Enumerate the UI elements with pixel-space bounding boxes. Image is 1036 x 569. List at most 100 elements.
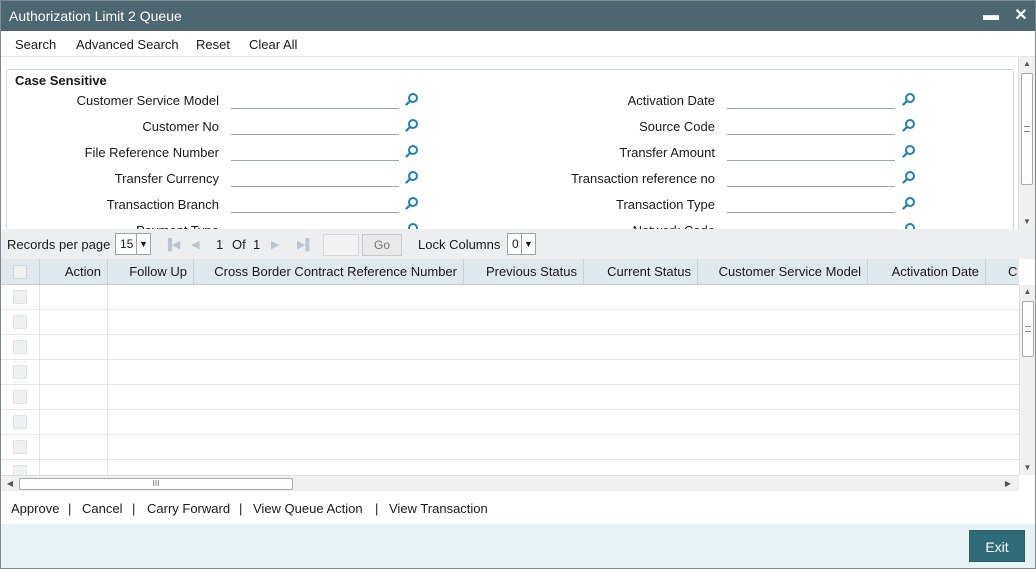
search-icon[interactable]	[902, 170, 916, 184]
next-page-icon[interactable]: ▶	[271, 238, 279, 251]
separator: |	[132, 501, 136, 516]
row-checkbox[interactable]	[13, 390, 27, 404]
payment-type-input[interactable]	[231, 219, 399, 229]
first-page-icon[interactable]: ▐◀	[164, 238, 180, 251]
divider	[107, 435, 108, 460]
of-label: Of	[232, 237, 246, 252]
grid-vertical-scrollbar[interactable]: ▲ ▼	[1019, 285, 1035, 475]
scroll-right-icon[interactable]: ▶	[1001, 476, 1015, 492]
search-button[interactable]: Search	[15, 37, 56, 52]
column-header-c[interactable]: C	[986, 259, 1026, 285]
table-row[interactable]	[1, 410, 1019, 435]
divider	[39, 335, 40, 360]
clear-all-button[interactable]: Clear All	[249, 37, 297, 52]
transaction-reference-no-input[interactable]	[727, 167, 895, 187]
scroll-down-icon[interactable]: ▼	[1019, 215, 1035, 229]
page-number-input[interactable]	[323, 234, 359, 256]
search-criteria-panel: Case Sensitive Customer Service Model Cus…	[4, 59, 1018, 229]
column-header-customer-service-model[interactable]: Customer Service Model	[698, 259, 868, 285]
transaction-type-input[interactable]	[727, 193, 895, 213]
search-icon[interactable]	[902, 144, 916, 158]
row-checkbox[interactable]	[13, 365, 27, 379]
select-all-checkbox[interactable]	[13, 265, 27, 279]
advanced-search-button[interactable]: Advanced Search	[76, 37, 179, 52]
table-row[interactable]	[1, 360, 1019, 385]
carry-forward-link[interactable]: Carry Forward	[147, 501, 230, 516]
pagination-bar: Records per page 15 ▼ ▐◀ ◀ 1 Of 1 ▶ ▶▌ G…	[1, 229, 1035, 259]
scroll-left-icon[interactable]: ◀	[3, 476, 17, 492]
search-icon[interactable]	[405, 92, 419, 106]
file-reference-number-input[interactable]	[231, 141, 399, 161]
column-header-previous-status[interactable]: Previous Status	[464, 259, 584, 285]
search-icon[interactable]	[405, 144, 419, 158]
table-row[interactable]	[1, 285, 1019, 310]
divider	[39, 460, 40, 475]
column-header-activation-date[interactable]: Activation Date	[868, 259, 986, 285]
table-row[interactable]	[1, 385, 1019, 410]
search-icon[interactable]	[902, 196, 916, 210]
row-checkbox[interactable]	[13, 315, 27, 329]
grid-horizontal-scrollbar[interactable]: ◀ III ▶	[1, 475, 1019, 491]
search-icon[interactable]	[902, 118, 916, 132]
minimize-icon[interactable]: ▬	[981, 5, 1001, 27]
last-page-icon[interactable]: ▶▌	[297, 238, 313, 251]
table-row[interactable]	[1, 460, 1019, 475]
column-header-current-status[interactable]: Current Status	[584, 259, 698, 285]
search-icon[interactable]	[902, 92, 916, 106]
table-row[interactable]	[1, 435, 1019, 460]
scroll-thumb[interactable]: III	[19, 478, 293, 490]
search-icon[interactable]	[405, 196, 419, 210]
view-transaction-link[interactable]: View Transaction	[389, 501, 488, 516]
customer-no-input[interactable]	[231, 115, 399, 135]
divider	[39, 410, 40, 435]
search-icon[interactable]	[902, 222, 916, 229]
reset-button[interactable]: Reset	[196, 37, 230, 52]
criteria-scrollbar[interactable]: ▲ ▼	[1018, 57, 1035, 229]
row-checkbox[interactable]	[13, 340, 27, 354]
view-queue-action-link[interactable]: View Queue Action	[253, 501, 363, 516]
previous-page-icon[interactable]: ◀	[191, 238, 199, 251]
scroll-thumb[interactable]	[1021, 73, 1033, 185]
search-icon[interactable]	[405, 222, 419, 229]
approve-link[interactable]: Approve	[11, 501, 59, 516]
divider	[39, 360, 40, 385]
table-row[interactable]	[1, 335, 1019, 360]
row-checkbox[interactable]	[13, 290, 27, 304]
table-row[interactable]	[1, 310, 1019, 335]
column-header-cross-border-contract-reference-number[interactable]: Cross Border Contract Reference Number	[194, 259, 464, 285]
cancel-link[interactable]: Cancel	[82, 501, 122, 516]
network-code-input[interactable]	[727, 219, 895, 229]
divider	[107, 335, 108, 360]
column-header-action[interactable]: Action	[40, 259, 108, 285]
scroll-up-icon[interactable]: ▲	[1019, 57, 1035, 71]
transfer-currency-input[interactable]	[231, 167, 399, 187]
scroll-up-icon[interactable]: ▲	[1020, 285, 1035, 299]
scroll-thumb[interactable]	[1022, 301, 1034, 357]
source-code-label: Source Code	[639, 119, 715, 134]
lock-columns-select[interactable]: 0 ▼	[507, 233, 536, 255]
records-per-page-select[interactable]: 15 ▼	[115, 233, 151, 255]
go-button[interactable]: Go	[362, 234, 402, 256]
exit-button[interactable]: Exit	[969, 530, 1025, 562]
transaction-branch-input[interactable]	[231, 193, 399, 213]
divider	[107, 360, 108, 385]
source-code-input[interactable]	[727, 115, 895, 135]
current-page: 1	[216, 237, 224, 252]
scroll-down-icon[interactable]: ▼	[1020, 461, 1035, 475]
activation-date-input[interactable]	[727, 89, 895, 109]
row-checkbox[interactable]	[13, 465, 27, 475]
close-icon[interactable]: ✕	[1011, 5, 1031, 27]
chevron-down-icon[interactable]: ▼	[521, 234, 535, 254]
row-checkbox[interactable]	[13, 415, 27, 429]
file-reference-number-label: File Reference Number	[84, 145, 219, 160]
customer-service-model-input[interactable]	[231, 89, 399, 109]
divider	[107, 410, 108, 435]
search-icon[interactable]	[405, 118, 419, 132]
row-checkbox[interactable]	[13, 440, 27, 454]
transfer-amount-input[interactable]	[727, 141, 895, 161]
search-icon[interactable]	[405, 170, 419, 184]
queue-actions-bar: Approve | Cancel | Carry Forward | View …	[1, 492, 1035, 524]
lock-columns-label: Lock Columns	[418, 237, 501, 252]
chevron-down-icon[interactable]: ▼	[136, 234, 150, 254]
column-header-follow-up[interactable]: Follow Up	[108, 259, 194, 285]
